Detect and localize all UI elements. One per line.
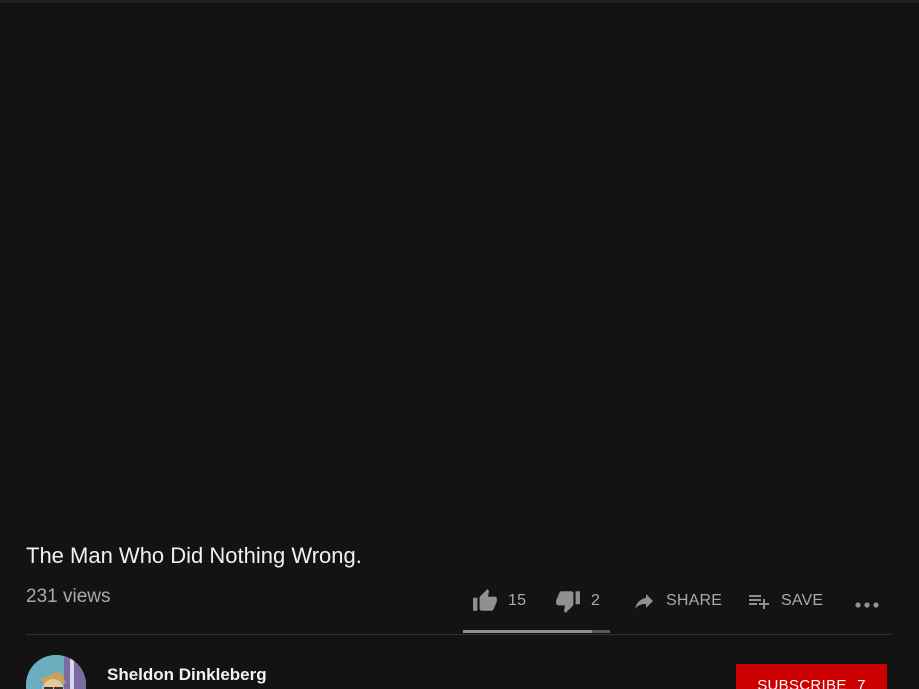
like-button[interactable]: 15 (472, 586, 526, 616)
dislike-button[interactable]: 2 (555, 586, 600, 616)
thumb-down-icon (555, 588, 581, 614)
save-button[interactable]: SAVE (747, 586, 823, 616)
channel-name[interactable]: Sheldon Dinkleberg (107, 665, 267, 685)
dislike-count: 2 (591, 592, 601, 609)
video-player[interactable] (26, 6, 892, 526)
divider (26, 634, 892, 635)
share-arrow-icon (632, 589, 656, 613)
playlist-add-icon (747, 589, 771, 613)
subscribe-label: SUBSCRIBE (757, 677, 847, 689)
channel-avatar[interactable] (26, 655, 86, 689)
more-horizontal-icon (853, 590, 881, 618)
share-button[interactable]: SHARE (632, 586, 722, 616)
like-count: 15 (508, 592, 527, 609)
sentiment-bar-fill (463, 630, 593, 633)
share-label: SHARE (666, 592, 723, 609)
watch-page: The Man Who Did Nothing Wrong. 231 views… (0, 0, 919, 689)
subscribe-button[interactable]: SUBSCRIBE 7 (736, 664, 887, 689)
subscriber-count: 7 (857, 677, 866, 689)
video-title: The Man Who Did Nothing Wrong. (26, 543, 362, 568)
sentiment-bar (463, 630, 610, 633)
masthead-edge (0, 0, 919, 3)
thumb-up-icon (472, 588, 498, 614)
view-count: 231 views (26, 586, 111, 607)
save-label: SAVE (781, 592, 824, 609)
more-actions-button[interactable] (853, 589, 881, 619)
